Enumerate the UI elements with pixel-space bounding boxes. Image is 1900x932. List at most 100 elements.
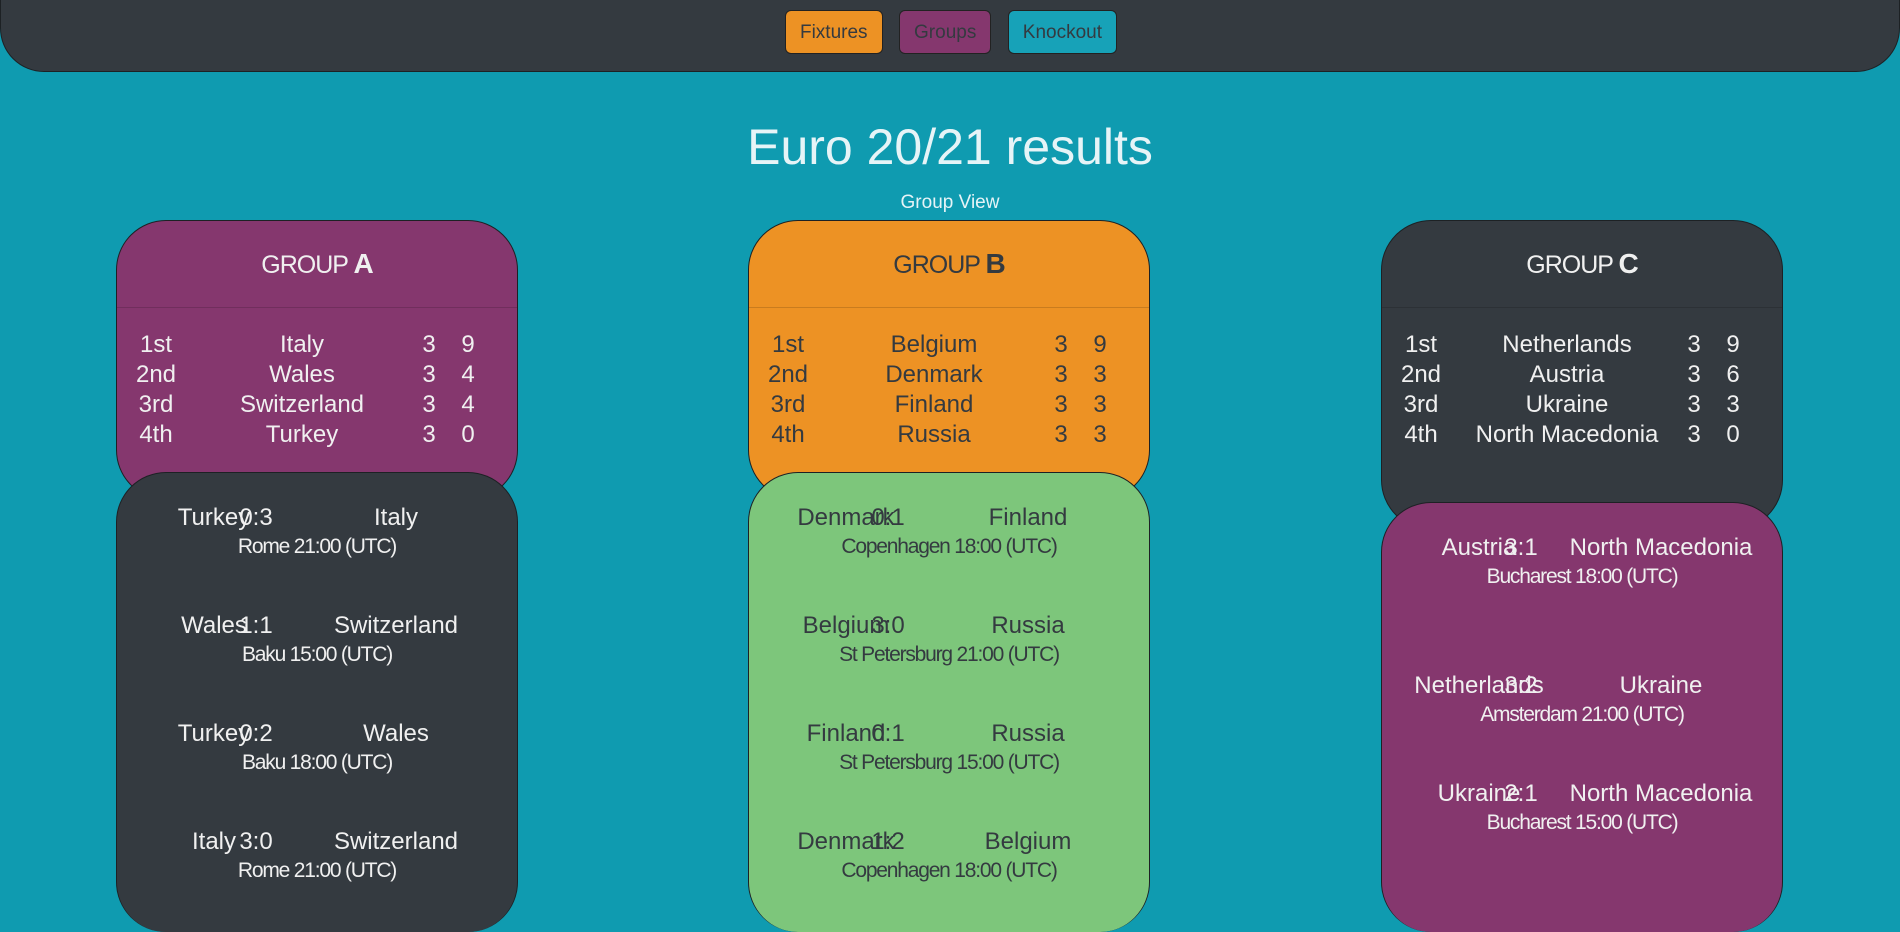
match-item: Turkey 0:3 Italy Rome 21:00 (UTC) (117, 473, 517, 581)
match-item: Turkey 0:2 Wales Baku 18:00 (UTC) (117, 689, 517, 797)
standing-points: 4 (461, 391, 475, 418)
match-away-team: Russia (991, 612, 1065, 639)
group-c-matches: Austria 3:1 North Macedonia Bucharest 18:0… (1381, 502, 1783, 932)
standing-points: 3 (1093, 391, 1107, 418)
match-venue: St Petersburg 15:00 (UTC) (839, 751, 1060, 774)
standing-position: 2nd (767, 361, 809, 388)
fixtures-button[interactable]: Fixtures (784, 10, 883, 54)
group-c-card: GROUP C 1st Netherlands 3 9 2nd Austria 3 6 3r… (1381, 220, 1783, 530)
standing-played: 3 (1054, 391, 1068, 418)
standing-points: 3 (1093, 421, 1107, 448)
standing-position: 1st (1404, 331, 1437, 358)
standing-team: Netherlands (1502, 331, 1632, 358)
top-navbar: Fixtures Groups Knockout (0, 0, 1900, 72)
match-score: 0:2 (239, 720, 273, 747)
match-away-team: Switzerland (333, 828, 459, 855)
standing-row: 3rd Ukraine 3 3 (1382, 390, 1782, 420)
page-title: Euro 20/21 results (747, 119, 1153, 175)
standing-row: 1st Belgium 3 9 (749, 330, 1149, 360)
standing-row: 2nd Austria 3 6 (1382, 360, 1782, 390)
match-venue: Amsterdam 21:00 (UTC) (1480, 703, 1685, 726)
match-score: 0:1 (871, 720, 905, 747)
match-away-team: Finland (988, 504, 1068, 531)
groups-button[interactable]: Groups (899, 10, 992, 54)
match-item: Austria 3:1 North Macedonia Bucharest 18:0… (1382, 503, 1782, 641)
standing-points: 3 (1726, 391, 1740, 418)
standing-position: 4th (139, 421, 173, 448)
standing-played: 3 (1054, 421, 1068, 448)
standing-row: 3rd Finland 3 3 (749, 390, 1149, 420)
standing-team: Italy (279, 331, 324, 358)
match-item: Italy 3:0 Switzerland Rome 21:00 (UTC) (117, 797, 517, 905)
match-away-team: Italy (373, 504, 418, 531)
match-venue: Baku 15:00 (UTC) (241, 643, 393, 666)
match-away-team: Belgium (984, 828, 1072, 855)
standing-played: 3 (1687, 421, 1701, 448)
standing-points: 9 (1726, 331, 1740, 358)
standing-position: 1st (139, 331, 172, 358)
match-away-team: Switzerland (333, 612, 459, 639)
match-away-team: Ukraine (1619, 672, 1703, 699)
standing-position: 3rd (1403, 391, 1439, 418)
standing-row: 4th Turkey 3 0 (117, 420, 517, 450)
group-a-standings: 1st Italy 3 9 2nd Wales 3 4 3rd Switzerland 3 4 4… (117, 308, 517, 450)
match-away-team: Wales (363, 720, 429, 747)
match-score: 0:1 (871, 504, 905, 531)
match-item: Wales 1:1 Switzerland Baku 15:00 (UTC) (117, 581, 517, 689)
knockout-button[interactable]: Knockout (1007, 10, 1118, 54)
standing-team: Russia (897, 421, 971, 448)
standing-played: 3 (422, 391, 436, 418)
standing-points: 6 (1726, 361, 1740, 388)
standing-position: 1st (771, 331, 804, 358)
standing-team: Belgium (890, 331, 978, 358)
standing-team: Finland (894, 391, 974, 418)
standing-position: 3rd (770, 391, 806, 418)
standing-team: Wales (269, 361, 335, 388)
standing-played: 3 (1687, 361, 1701, 388)
standing-points: 3 (1093, 361, 1107, 388)
match-item: Belgium 3:0 Russia St Petersburg 21:00 (UT… (749, 581, 1149, 689)
group-a-card: GROUP A 1st Italy 3 9 2nd Wales 3 4 3rd Switzer… (116, 220, 518, 500)
standing-played: 3 (422, 361, 436, 388)
standing-played: 3 (1687, 391, 1701, 418)
group-b-header: GROUP B (749, 221, 1149, 308)
match-away-team: Russia (991, 720, 1065, 747)
match-score: 3:0 (871, 612, 905, 639)
match-venue: Rome 21:00 (UTC) (237, 535, 397, 558)
match-away-team: North Macedonia (1569, 534, 1753, 561)
match-score: 3:2 (1504, 672, 1538, 699)
match-venue: Copenhagen 18:00 (UTC) (841, 535, 1057, 558)
standing-played: 3 (1054, 331, 1068, 358)
match-score: 3:0 (239, 828, 273, 855)
group-c-standings: 1st Netherlands 3 9 2nd Austria 3 6 3rd Ukraine… (1382, 308, 1782, 450)
group-prefix: GROUP (1526, 251, 1613, 279)
group-b-card: GROUP B 1st Belgium 3 9 2nd Denmark 3 3 3rd Fin… (748, 220, 1150, 500)
match-away-team: North Macedonia (1569, 780, 1753, 807)
match-venue: Baku 18:00 (UTC) (241, 751, 393, 774)
standing-played: 3 (1054, 361, 1068, 388)
match-score: 2:1 (1504, 780, 1538, 807)
standing-points: 9 (461, 331, 475, 358)
standing-row: 4th Russia 3 3 (749, 420, 1149, 450)
standing-row: 3rd Switzerland 3 4 (117, 390, 517, 420)
match-venue: Rome 21:00 (UTC) (237, 859, 397, 882)
standing-played: 3 (422, 331, 436, 358)
group-a-header: GROUP A (117, 221, 517, 308)
standing-played: 3 (1687, 331, 1701, 358)
standing-team: North Macedonia (1475, 421, 1659, 448)
standing-row: 1st Netherlands 3 9 (1382, 330, 1782, 360)
page-subtitle: Group View (900, 192, 1000, 213)
standing-position: 4th (771, 421, 805, 448)
group-letter: A (353, 248, 373, 279)
standing-points: 0 (461, 421, 475, 448)
standing-team: Austria (1529, 361, 1605, 388)
match-item: Denmark 0:1 Finland Copenhagen 18:00 (UTC) (749, 473, 1149, 581)
standing-row: 2nd Denmark 3 3 (749, 360, 1149, 390)
standing-played: 3 (422, 421, 436, 448)
standing-row: 1st Italy 3 9 (117, 330, 517, 360)
match-item: Finland 0:1 Russia St Petersburg 15:00 (UT… (749, 689, 1149, 797)
match-venue: Bucharest 15:00 (UTC) (1486, 811, 1679, 834)
standing-points: 9 (1093, 331, 1107, 358)
standing-position: 2nd (1400, 361, 1442, 388)
group-prefix: GROUP (261, 251, 348, 279)
